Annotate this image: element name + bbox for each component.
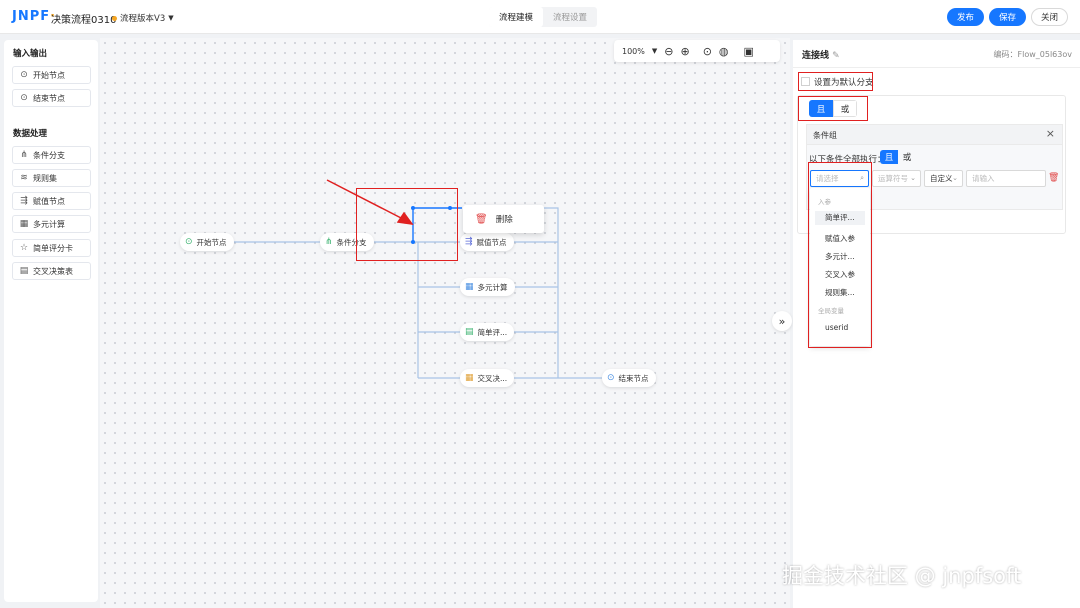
edit-icon[interactable]: ✎ — [832, 51, 840, 61]
annotation-highlight-default — [798, 72, 873, 91]
node-label: 结束节点 — [618, 373, 649, 383]
table-icon: ▦ — [465, 373, 474, 383]
condition-logic-toggle: 且 或 — [880, 150, 916, 164]
globe-icon[interactable]: ◍ — [719, 45, 729, 58]
operator-select-placeholder: 运算符号 — [878, 174, 908, 183]
node-end[interactable]: ⊙ 结束节点 — [602, 369, 656, 387]
play-circle-icon: ⊙ — [185, 237, 193, 247]
annotation-highlight-dropdown — [808, 162, 872, 348]
operator-select[interactable]: 运算符号 ⌄ — [872, 170, 921, 187]
zoom-in-icon[interactable]: ⊕ — [680, 45, 689, 58]
delete-menu-item[interactable]: 删除 — [496, 213, 513, 225]
node-assign[interactable]: ⇶ 赋值节点 — [460, 233, 514, 251]
node-label: 多元计算 — [477, 282, 508, 292]
node-cross-table[interactable]: ▦ 交叉决... — [460, 369, 515, 387]
condition-group-header: 条件组 × — [807, 125, 1062, 145]
annotation-highlight-logic — [798, 96, 868, 121]
context-menu: 🗑 删除 — [463, 205, 544, 233]
locate-icon[interactable]: ⊙ — [703, 45, 712, 58]
zoom-out-icon[interactable]: ⊖ — [664, 45, 673, 58]
trash-icon: 🗑 — [475, 213, 488, 225]
node-label: 赋值节点 — [476, 237, 507, 247]
node-label: 交叉决... — [477, 373, 508, 383]
chevron-down-icon: ⌄ — [910, 174, 916, 182]
close-icon[interactable]: × — [1046, 127, 1055, 140]
minimap-icon[interactable]: ▣ — [744, 45, 754, 58]
scorecard-icon: ▤ — [465, 327, 474, 337]
stop-circle-icon: ⊙ — [607, 373, 615, 383]
condition-or-button[interactable]: 或 — [898, 150, 916, 164]
node-scorecard[interactable]: ▤ 简单评... — [460, 323, 515, 341]
collapse-panel-icon[interactable]: » — [772, 311, 792, 331]
zoom-toolbar: 100% ▼ ⊖ ⊕ ⊙ ◍ ▣ — [614, 40, 780, 62]
node-label: 简单评... — [477, 327, 508, 337]
calculator-icon: ▦ — [465, 282, 474, 292]
chevron-down-icon: ⌄ — [952, 174, 958, 182]
condition-group-title: 条件组 — [813, 131, 837, 140]
zoom-caret-icon[interactable]: ▼ — [652, 47, 657, 55]
zoom-level[interactable]: 100% — [622, 47, 645, 56]
branch-icon: ⋔ — [325, 237, 333, 247]
link-code: 编码：Flow_05l63ov — [993, 50, 1072, 59]
panel-header: 连接线 ✎ 编码：Flow_05l63ov — [793, 40, 1080, 68]
node-start[interactable]: ⊙ 开始节点 — [180, 233, 234, 251]
condition-and-button[interactable]: 且 — [880, 150, 898, 164]
node-label: 开始节点 — [196, 237, 227, 247]
panel-title: 连接线 ✎ — [802, 51, 840, 61]
watermark: 掘金技术社区 @ jnpfsoft — [782, 564, 1022, 588]
value-type-select[interactable]: 自定义 ⌄ — [924, 170, 963, 187]
value-input-placeholder: 请输入 — [972, 174, 995, 183]
assign-icon: ⇶ — [465, 237, 473, 247]
delete-condition-icon[interactable]: 🗑 — [1048, 173, 1059, 183]
node-multi-calc[interactable]: ▦ 多元计算 — [460, 278, 515, 296]
value-input[interactable]: 请输入 — [966, 170, 1046, 187]
link-ruleset-end[interactable] — [505, 207, 559, 378]
annotation-highlight-link — [356, 188, 458, 261]
value-type-label: 自定义 — [930, 174, 953, 183]
